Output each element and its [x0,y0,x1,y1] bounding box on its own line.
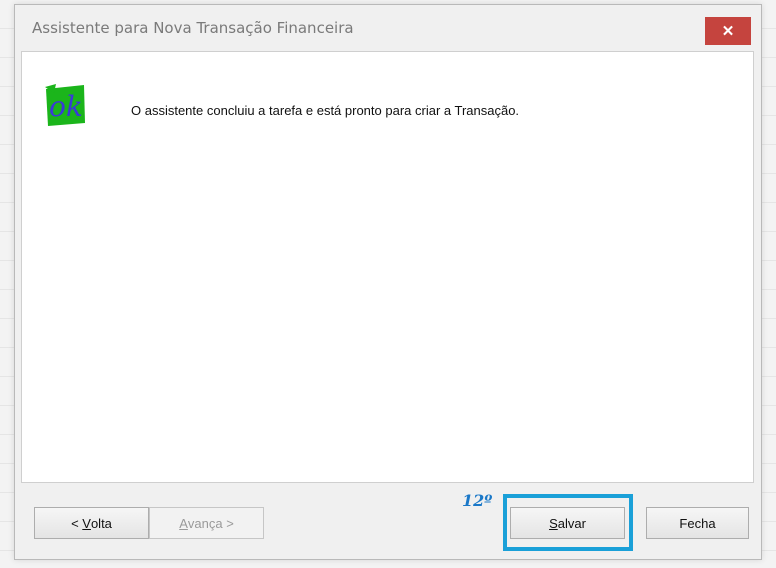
next-button[interactable]: Avança > [149,507,264,539]
title-bar: Assistente para Nova Transação Financeir… [15,5,761,51]
wizard-dialog: Assistente para Nova Transação Financeir… [14,4,762,560]
ok-icon: ok [45,84,85,126]
close-dialog-label: Fecha [679,515,716,531]
ok-icon-text: ok [49,90,83,123]
close-button[interactable]: ✕ [705,17,751,45]
close-icon: ✕ [721,23,735,40]
step-annotation: 12º [462,491,493,510]
next-suffix: > [222,515,234,531]
save-mnemonic: S [549,515,558,531]
content-panel: ok O assistente concluiu a tarefa e está… [21,51,754,483]
save-label-rest: alvar [557,515,586,531]
back-prefix: < [71,515,83,531]
back-label-rest: olta [90,515,112,531]
back-button[interactable]: < Volta [34,507,149,539]
back-mnemonic: V [82,515,91,531]
close-dialog-button[interactable]: Fecha [646,507,749,539]
window-title: Assistente para Nova Transação Financeir… [32,19,354,37]
next-mnemonic: A [179,515,188,531]
next-label-rest: vança [187,515,223,531]
button-bar: < Volta Avança > 12º Salvar Fecha [21,483,754,553]
save-button[interactable]: Salvar [510,507,625,539]
completion-message: O assistente concluiu a tarefa e está pr… [131,103,520,118]
